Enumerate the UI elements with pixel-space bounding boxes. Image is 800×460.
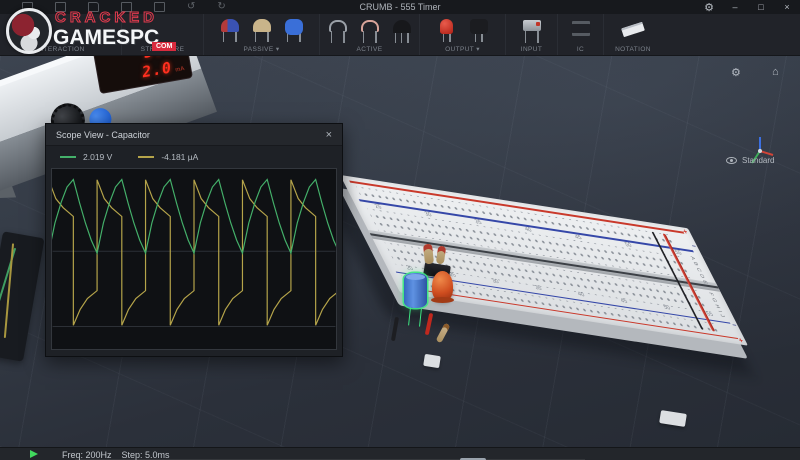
resistor-1[interactable]: [423, 244, 434, 265]
chip-icon[interactable]: [571, 18, 591, 43]
status-bar: Freq: 200Hz Step: 5.0ms: [0, 447, 800, 460]
section-input[interactable]: INPUT: [506, 14, 558, 55]
section-notation[interactable]: NOTATION: [604, 14, 662, 55]
led-icon[interactable]: [437, 17, 457, 42]
component-toolbar: INTERACTION STRUCTURE PASSIVE ▾ ACTIVE: [0, 14, 800, 56]
plus-mark-top-right: +: [682, 228, 690, 236]
voltage-swatch: [60, 156, 76, 158]
section-ic[interactable]: IC: [558, 14, 604, 55]
application-window: 5.0V 2.0mA 25303540455055 20253035404550…: [0, 0, 800, 460]
section-label: STRUCTURE: [141, 46, 185, 53]
voltage-value: 2.019 V: [83, 152, 112, 162]
scope-legend: 2.019 V -4.181 µA: [46, 146, 342, 168]
led-component[interactable]: [432, 271, 453, 301]
board-row-number: 45: [619, 297, 628, 305]
board-row-number: 30: [491, 278, 500, 286]
section-label: INTERACTION: [36, 46, 84, 53]
viewport-settings-icon[interactable]: ⚙: [731, 66, 741, 79]
yellow-probe-wire: [4, 243, 14, 338]
current-unit: mA: [175, 66, 185, 73]
scope-close-icon[interactable]: ×: [326, 129, 332, 141]
current-value: -4.181 µA: [161, 152, 198, 162]
maximize-button[interactable]: □: [748, 2, 774, 12]
section-passive[interactable]: PASSIVE ▾: [204, 14, 320, 55]
legend-current: -4.181 µA: [138, 152, 198, 162]
electrolytic-capacitor-selected[interactable]: [404, 273, 427, 308]
section-active[interactable]: ACTIVE: [320, 14, 420, 55]
board-row-number: 20: [405, 265, 414, 273]
play-icon[interactable]: [30, 450, 38, 458]
scope-window[interactable]: Scope View - Capacitor × 2.019 V -4.181 …: [45, 123, 343, 357]
eye-icon: [726, 157, 737, 164]
scope-titlebar[interactable]: Scope View - Capacitor ×: [46, 124, 342, 146]
buzzer-icon[interactable]: [469, 17, 489, 42]
section-label: ACTIVE: [357, 46, 383, 53]
minimize-button[interactable]: –: [722, 2, 748, 12]
close-button[interactable]: ×: [774, 2, 800, 12]
capacitor-icon[interactable]: [284, 17, 304, 42]
resistor-icon[interactable]: [252, 17, 272, 42]
section-output[interactable]: OUTPUT ▾: [420, 14, 506, 55]
board-row-number: 50: [662, 304, 671, 312]
scope-plot: [51, 168, 337, 350]
capacitor-legs: [408, 307, 422, 326]
section-label: NOTATION: [615, 46, 651, 53]
window-controls: ⚙ – □ ×: [696, 0, 800, 14]
plus-mark-bottom-right: +: [737, 337, 745, 345]
section-interaction[interactable]: INTERACTION: [0, 14, 122, 55]
section-label: INPUT: [521, 46, 543, 53]
title-bar[interactable]: ↺ ↻ CRUMB - 555 Timer ⚙ – □ ×: [0, 0, 800, 14]
thermistor-icon[interactable]: [360, 18, 380, 43]
switch-icon[interactable]: [522, 18, 542, 43]
legend-voltage: 2.019 V: [60, 152, 112, 162]
section-label: OUTPUT ▾: [445, 45, 480, 53]
board-row-number: 35: [534, 284, 543, 292]
inductor-icon[interactable]: [220, 17, 240, 42]
diode-icon[interactable]: [328, 18, 348, 43]
window-title: CRUMB - 555 Timer: [0, 2, 800, 12]
view-mode-control[interactable]: Standard: [726, 156, 774, 165]
view-mode-label: Standard: [742, 156, 774, 165]
section-label: PASSIVE ▾: [243, 45, 279, 53]
transistor-icon[interactable]: [392, 18, 412, 43]
current-swatch: [138, 156, 154, 158]
section-structure[interactable]: STRUCTURE: [122, 14, 204, 55]
settings-icon[interactable]: ⚙: [696, 1, 722, 14]
breadboard-foot-left: [423, 354, 441, 368]
label-icon[interactable]: [623, 18, 643, 43]
scope-title: Scope View - Capacitor: [56, 130, 150, 140]
board-row-number: 40: [577, 291, 586, 299]
section-label: IC: [577, 46, 584, 53]
home-icon[interactable]: ⌂: [772, 66, 779, 78]
current-readout: 2.0: [141, 58, 174, 81]
